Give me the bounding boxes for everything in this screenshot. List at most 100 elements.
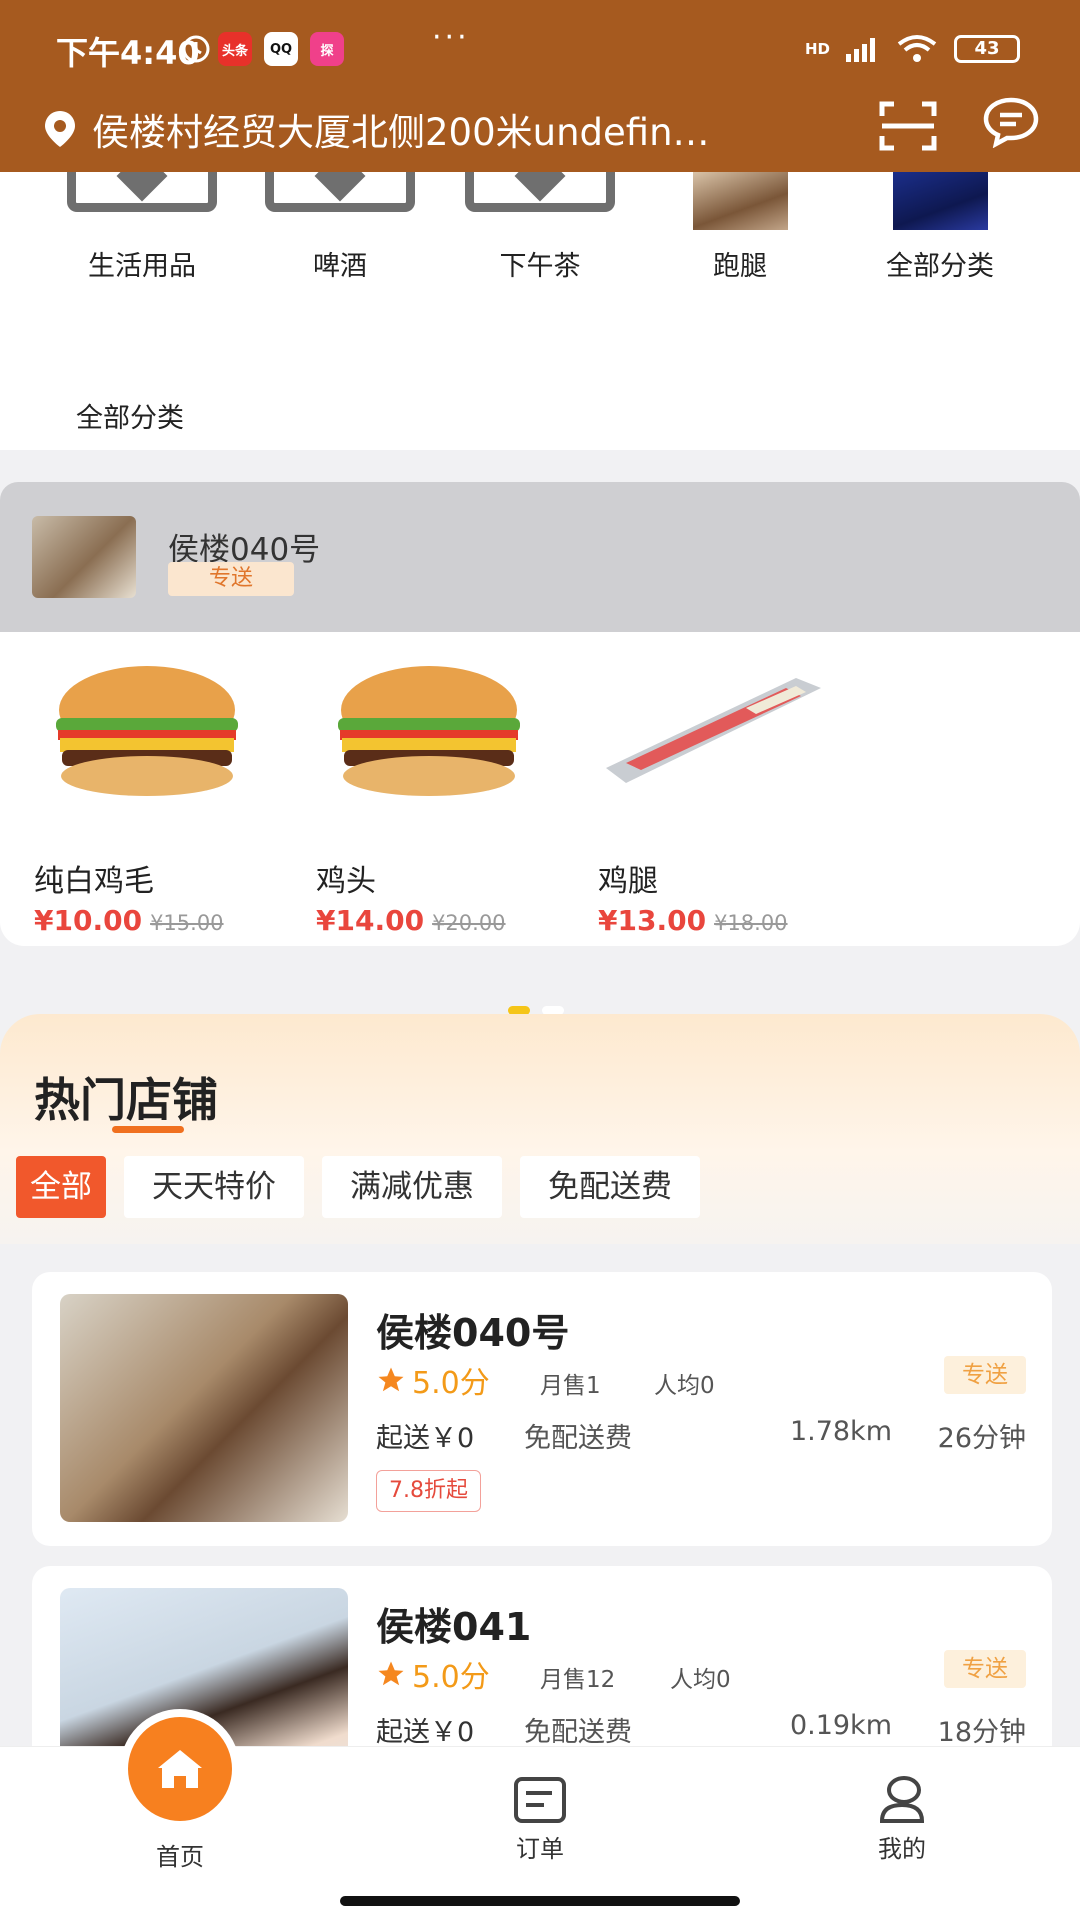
top-header: 下午4:40 头条 QQ 探 ··· HD 43 侯楼村经贸大厦北侧200米un… bbox=[0, 0, 1080, 172]
shop-rating: 5.0分 bbox=[376, 1358, 490, 1402]
tab-home-label: 首页 bbox=[156, 1843, 204, 1871]
category-beer[interactable]: 啤酒 bbox=[240, 172, 440, 283]
image-placeholder-icon bbox=[240, 172, 440, 230]
image-placeholder-icon bbox=[440, 172, 640, 230]
shop-photo bbox=[60, 1294, 348, 1522]
delivery-time: 18分钟 bbox=[937, 1717, 1026, 1748]
original-price: ¥15.00 bbox=[150, 911, 224, 935]
sushi-image bbox=[606, 678, 821, 783]
category-label: 跑腿 bbox=[713, 251, 767, 282]
monthly-sales: 月售12 bbox=[540, 1667, 616, 1693]
image-placeholder-icon bbox=[42, 172, 242, 230]
category-label: 啤酒 bbox=[313, 251, 367, 282]
delivery-fee: 免配送费 bbox=[524, 1423, 632, 1454]
all-categories-link[interactable]: 全部分类 bbox=[76, 396, 184, 435]
filter-free-delivery[interactable]: 免配送费 bbox=[520, 1156, 700, 1218]
filter-all[interactable]: 全部 bbox=[16, 1156, 106, 1218]
original-price: ¥20.00 bbox=[432, 911, 506, 935]
shop-score: 5.0分 bbox=[412, 1660, 490, 1695]
filter-daily-deals[interactable]: 天天特价 bbox=[124, 1156, 304, 1218]
location-selector[interactable]: 侯楼村经贸大厦北侧200米undefin… bbox=[42, 104, 822, 154]
delivery-tag: 专送 bbox=[944, 1356, 1026, 1394]
product-name: 鸡头 bbox=[316, 864, 376, 899]
tab-orders-label: 订单 bbox=[516, 1835, 564, 1863]
product-name: 纯白鸡毛 bbox=[34, 864, 154, 899]
category-photo bbox=[840, 172, 1040, 230]
shop-name: 侯楼040号 bbox=[376, 1311, 570, 1355]
bottom-tab-bar: 首页 订单 我的 bbox=[0, 1717, 1080, 1920]
scan-icon[interactable] bbox=[878, 100, 938, 152]
category-daily-goods[interactable]: 生活用品 bbox=[42, 172, 242, 283]
shop-score: 5.0分 bbox=[412, 1366, 490, 1401]
delivery-badge: 专送 bbox=[168, 562, 294, 596]
burger-image bbox=[338, 666, 520, 796]
category-label: 全部分类 bbox=[886, 251, 994, 282]
orders-icon bbox=[514, 1777, 566, 1823]
shop-card[interactable]: 侯楼040号 5.0分 月售1 人均0 专送 起送￥0 免配送费 1.78km … bbox=[32, 1272, 1052, 1546]
product-name: 鸡腿 bbox=[598, 864, 658, 899]
tab-home[interactable]: 首页 bbox=[80, 1837, 280, 1872]
category-photo bbox=[640, 172, 840, 230]
message-icon[interactable] bbox=[982, 96, 1040, 148]
shop-avatar bbox=[32, 516, 136, 598]
map-pin-icon bbox=[45, 111, 75, 147]
distance: 0.19km bbox=[789, 1710, 892, 1741]
wifi-icon bbox=[897, 35, 937, 62]
notification-icons: 头条 QQ 探 bbox=[218, 32, 344, 66]
distance: 1.78km bbox=[789, 1416, 892, 1447]
category-errand[interactable]: 跑腿 bbox=[640, 172, 840, 283]
alarm-icon bbox=[182, 35, 210, 63]
product-price: ¥13.00 ¥18.00 bbox=[598, 904, 788, 937]
product-price: ¥10.00 ¥15.00 bbox=[34, 904, 224, 937]
location-address: 侯楼村经贸大厦北侧200米undefin… bbox=[92, 111, 710, 154]
system-indicators: HD 43 bbox=[805, 34, 1020, 64]
discount-badge: 7.8折起 bbox=[376, 1470, 481, 1512]
original-price: ¥18.00 bbox=[714, 911, 788, 935]
featured-products: 纯白鸡毛 ¥10.00 ¥15.00 鸡头 ¥14.00 ¥20.00 鸡腿 ¥13… bbox=[0, 632, 1080, 946]
tab-mine-label: 我的 bbox=[878, 1835, 926, 1863]
current-price: ¥14.00 bbox=[316, 904, 425, 937]
category-grid: 生活用品 啤酒 下午茶 跑腿 全部分类 全部分类 bbox=[0, 172, 1080, 450]
home-tab-button[interactable] bbox=[128, 1717, 232, 1821]
delivery-time: 26分钟 bbox=[937, 1423, 1026, 1454]
star-icon bbox=[378, 1661, 404, 1686]
featured-shop-card[interactable]: 侯楼040号 专送 纯白鸡毛 ¥10.00 ¥15.00 鸡头 ¥14.00 ¥… bbox=[0, 482, 1080, 948]
title-underline bbox=[112, 1126, 184, 1133]
current-price: ¥10.00 bbox=[34, 904, 143, 937]
average-spend: 人均0 bbox=[654, 1373, 715, 1399]
featured-shop-header: 侯楼040号 专送 bbox=[0, 482, 1080, 632]
home-indicator[interactable] bbox=[340, 1896, 740, 1906]
network-type: HD bbox=[804, 40, 830, 58]
current-price: ¥13.00 bbox=[598, 904, 707, 937]
category-label: 生活用品 bbox=[88, 251, 196, 282]
burger-image bbox=[56, 666, 238, 796]
hot-shops-section: 热门店铺 全部 天天特价 满减优惠 免配送费 bbox=[0, 1014, 1080, 1244]
category-label: 下午茶 bbox=[499, 251, 581, 282]
qq-app-icon: QQ bbox=[264, 32, 298, 66]
star-icon bbox=[378, 1367, 404, 1392]
delivery-tag: 专送 bbox=[944, 1650, 1026, 1688]
filter-tabs: 全部 天天特价 满减优惠 免配送费 bbox=[16, 1156, 700, 1218]
category-all[interactable]: 全部分类 bbox=[840, 172, 1040, 283]
signal-icon bbox=[846, 38, 875, 62]
toutiao-app-icon: 头条 bbox=[218, 32, 252, 66]
tab-mine[interactable]: 我的 bbox=[802, 1775, 1002, 1864]
min-order: 起送￥0 bbox=[376, 1423, 475, 1454]
product-price: ¥14.00 ¥20.00 bbox=[316, 904, 506, 937]
more-notifications: ··· bbox=[432, 20, 470, 55]
tan-app-icon: 探 bbox=[310, 32, 344, 66]
min-order: 起送￥0 bbox=[376, 1717, 475, 1748]
user-icon bbox=[879, 1776, 925, 1823]
shop-name: 侯楼041 bbox=[376, 1605, 532, 1649]
status-bar: 下午4:40 头条 QQ 探 ··· HD 43 bbox=[0, 0, 1080, 96]
filter-discounts[interactable]: 满减优惠 bbox=[322, 1156, 502, 1218]
category-afternoon-tea[interactable]: 下午茶 bbox=[440, 172, 640, 283]
average-spend: 人均0 bbox=[670, 1667, 731, 1693]
monthly-sales: 月售1 bbox=[540, 1373, 601, 1399]
shop-rating: 5.0分 bbox=[376, 1652, 490, 1696]
battery-indicator: 43 bbox=[954, 35, 1020, 63]
delivery-fee: 免配送费 bbox=[524, 1717, 632, 1748]
tab-orders[interactable]: 订单 bbox=[440, 1775, 640, 1864]
section-title: 热门店铺 bbox=[34, 1073, 218, 1127]
home-icon bbox=[158, 1750, 202, 1788]
